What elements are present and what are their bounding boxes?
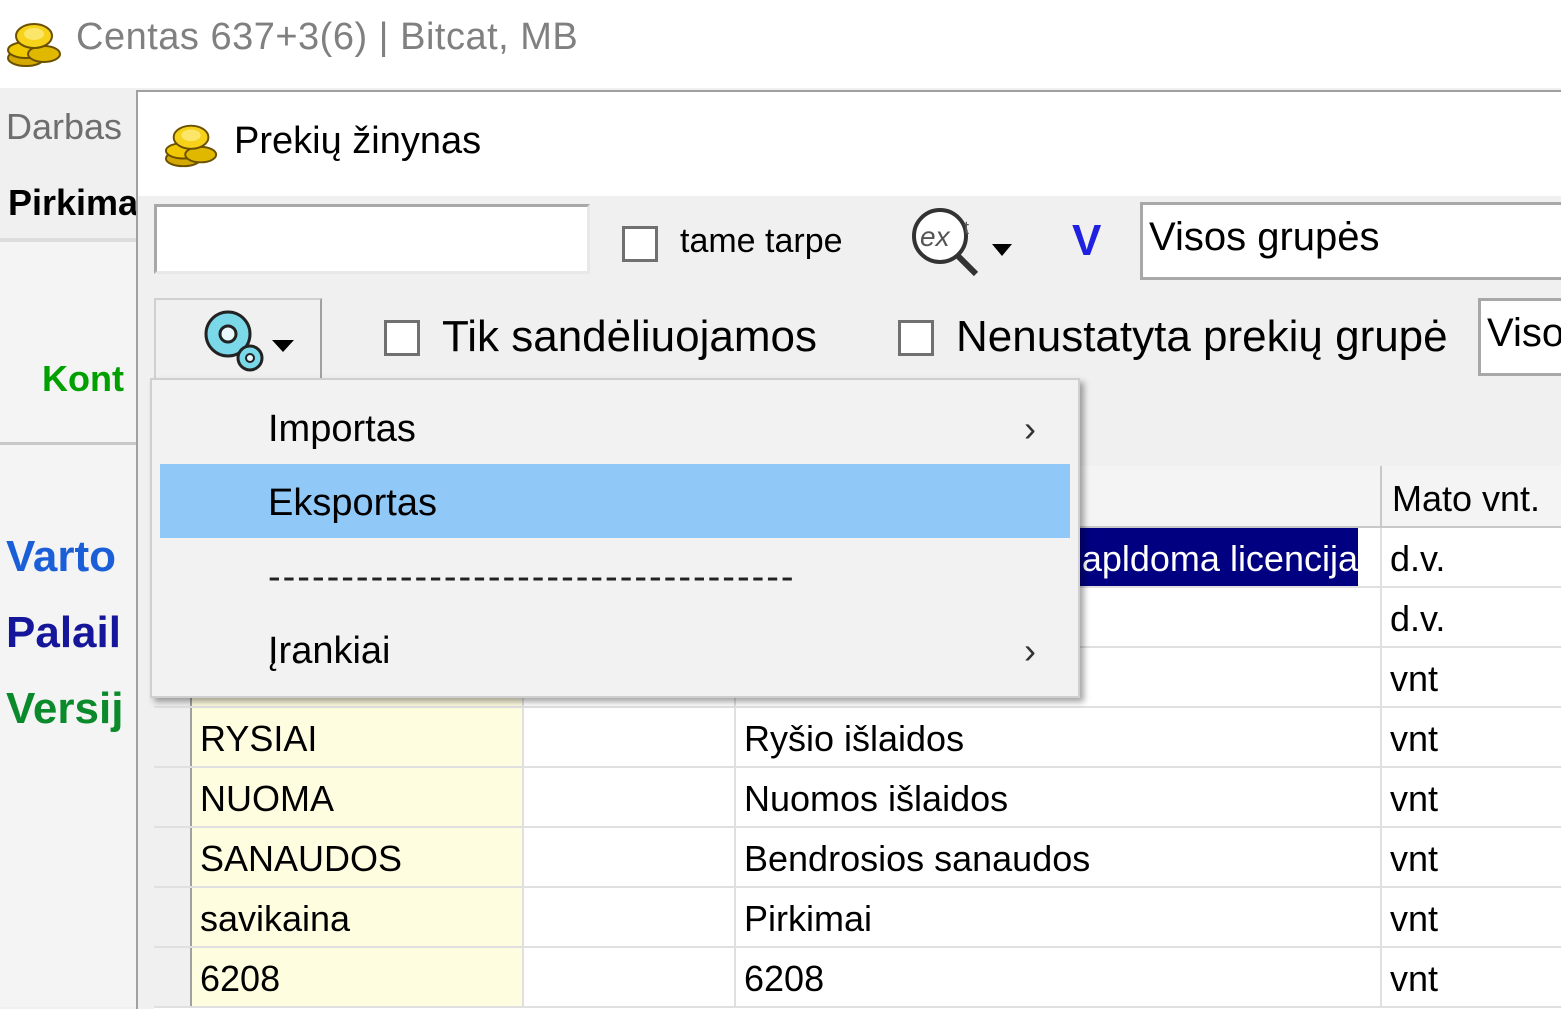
separator-text: ------------------------------------ [268,556,796,598]
row-indicator[interactable] [154,948,192,1006]
cell-col2[interactable] [524,888,736,946]
row-indicator[interactable] [154,888,192,946]
table-row[interactable]: NUOMA Nuomos išlaidos vnt [154,768,1561,828]
link-vartotojai[interactable]: Varto [6,532,116,582]
cell-unit[interactable]: d.v. [1382,588,1561,646]
link-kont[interactable]: Kont [42,358,124,400]
chevron-right-icon: › [1024,408,1036,449]
cell-unit[interactable]: vnt [1382,768,1561,826]
cell-col2[interactable] [524,708,736,766]
cell-name[interactable]: Bendrosios sanaudos [736,828,1382,886]
window-title: Prekių žinynas [234,120,482,162]
cell-code[interactable]: savikaina [192,888,524,946]
app-titlebar: Centas 637+3(6) | Bitcat, MB [0,0,1561,88]
cell-name[interactable]: Pirkimai [736,888,1382,946]
tame-tarpe-checkbox[interactable] [622,226,658,262]
tools-dropdown-button[interactable] [154,298,322,382]
table-row[interactable]: savikaina Pirkimai vnt [154,888,1561,948]
app-title: Centas 637+3(6) | Bitcat, MB [76,16,579,58]
cell-unit[interactable]: vnt [1382,888,1561,946]
cell-unit[interactable]: vnt [1382,648,1561,706]
tik-sandeliuojamos-label: Tik sandėliuojamos [442,312,817,361]
link-versija[interactable]: Versij [6,684,123,734]
v-filter-icon[interactable]: V [1072,216,1101,266]
cell-name[interactable]: Ryšio išlaidos [736,708,1382,766]
second-groups-select[interactable]: Visos [1478,298,1561,376]
svg-text:ex: ex [920,221,951,252]
cell-unit[interactable]: d.v. [1382,528,1561,586]
search-input[interactable] [154,204,590,274]
divider [0,442,140,445]
cell-code[interactable]: RYSIAI [192,708,524,766]
cell-code[interactable]: 6208 [192,948,524,1006]
cell-unit[interactable]: vnt [1382,708,1561,766]
row-indicator[interactable] [154,828,192,886]
nenustatyta-grupe-checkbox[interactable] [898,320,934,356]
tame-tarpe-label: tame tarpe [680,222,843,260]
svg-text:t: t [964,218,969,238]
tab-pirkimai[interactable]: Pirkima [8,182,138,224]
menu-item-label: Importas [268,408,416,450]
nenustatyta-grupe-label: Nenustatyta prekių grupė [956,312,1448,361]
cell-code[interactable]: NUOMA [192,768,524,826]
cell-col2[interactable] [524,948,736,1006]
cell-unit[interactable]: vnt [1382,948,1561,1006]
cell-code[interactable]: SANAUDOS [192,828,524,886]
table-row[interactable]: SANAUDOS Bendrosios sanaudos vnt [154,828,1561,888]
menu-darbas[interactable]: Darbas [6,106,122,148]
window-titlebar: Prekių žinynas [138,92,1561,196]
coins-app-icon [7,23,61,67]
chevron-right-icon: › [1024,630,1036,671]
row-indicator[interactable] [154,768,192,826]
menu-item-importas[interactable]: Importas › [160,390,1070,464]
coins-window-icon [164,124,218,168]
cell-unit[interactable]: vnt [1382,828,1561,886]
row-indicator[interactable] [154,708,192,766]
link-palaikymas[interactable]: Palail [6,608,121,658]
groups-select[interactable]: Visos grupės [1140,202,1561,280]
cell-col2[interactable] [524,768,736,826]
menu-item-label: Įrankiai [268,630,391,672]
cell-col2[interactable] [524,828,736,886]
menu-separator: ------------------------------------ [160,538,1070,612]
menu-item-irankiai[interactable]: Įrankiai › [160,612,1070,686]
cell-name[interactable]: 6208 [736,948,1382,1006]
ext-search-icon[interactable]: ex t [908,204,1018,280]
menu-item-label: Eksportas [268,482,437,524]
table-row[interactable]: RYSIAI Ryšio išlaidos vnt [154,708,1561,768]
gears-icon [204,310,294,372]
tools-popup-menu: Importas › Eksportas -------------------… [150,378,1080,698]
tik-sandeliuojamos-checkbox[interactable] [384,320,420,356]
selected-name-text: apldoma licencija [1075,528,1358,586]
cell-name[interactable]: Nuomos išlaidos [736,768,1382,826]
menu-item-eksportas[interactable]: Eksportas [160,464,1070,538]
table-row[interactable]: 6208 6208 vnt [154,948,1561,1008]
grid-header-unit[interactable]: Mato vnt. [1382,466,1561,528]
